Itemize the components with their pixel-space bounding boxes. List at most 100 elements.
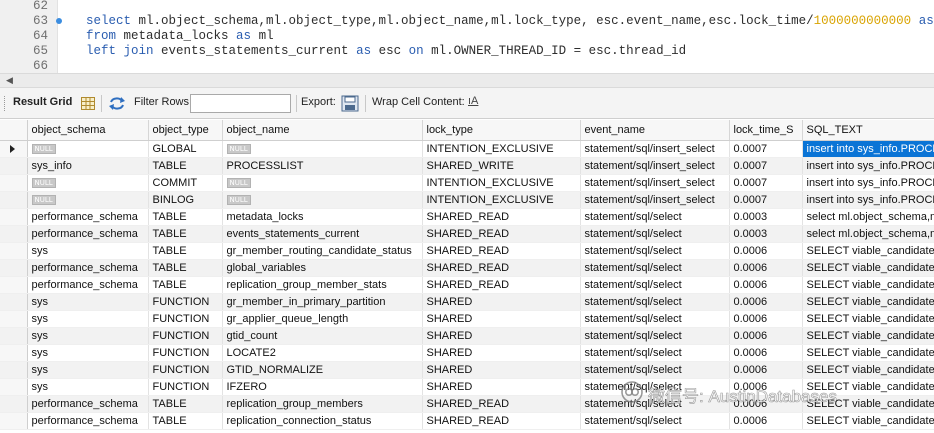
cell-object-name[interactable]: events_statements_current (222, 225, 423, 243)
cell-sql-text[interactable]: SELECT viable_candidate,read_only (802, 395, 934, 413)
table-row[interactable]: performance_schema TABLE replication_conne… (0, 412, 934, 430)
cell-lock-time-s[interactable]: 0.0003 (729, 225, 803, 243)
table-row[interactable]: performance_schema TABLE events_statements… (0, 225, 934, 243)
table-row[interactable]: NULL COMMIT NULL INTENTION_EXCLUSIVE stateme… (0, 174, 934, 192)
cell-object-schema[interactable]: sys (27, 361, 149, 379)
cell-object-name[interactable]: gr_member_in_primary_partition (222, 293, 423, 311)
cell-lock-time-s[interactable]: 0.0006 (729, 293, 803, 311)
cell-object-schema[interactable]: NULL (27, 140, 149, 158)
cell-object-name[interactable]: gr_applier_queue_length (222, 310, 423, 328)
cell-event-name[interactable]: statement/sql/select (580, 361, 730, 379)
cell-lock-type[interactable]: SHARED_READ (422, 412, 581, 430)
table-row[interactable]: sys FUNCTION IFZERO SHARED statement/sql/sel… (0, 378, 934, 396)
code-line[interactable]: 64 from metadata_locks as ml (0, 29, 934, 44)
cell-object-schema[interactable]: sys (27, 378, 149, 396)
cell-event-name[interactable]: statement/sql/insert_select (580, 140, 730, 158)
wrap-text-icon[interactable]: ıA (468, 95, 478, 107)
cell-sql-text[interactable]: SELECT viable_candidate,read_only (802, 259, 934, 277)
column-header-object-type[interactable]: object_type (148, 120, 223, 141)
table-row[interactable]: sys TABLE gr_member_routing_candidate_stat… (0, 242, 934, 260)
cell-lock-type[interactable]: SHARED (422, 378, 581, 396)
cell-object-name[interactable]: IFZERO (222, 378, 423, 396)
refresh-icon[interactable] (108, 96, 126, 114)
sql-editor[interactable]: 62 63 select ml.object_schema,ml.object_ty… (0, 0, 934, 73)
cell-lock-time-s[interactable]: 0.0006 (729, 276, 803, 294)
row-header[interactable] (0, 140, 28, 158)
cell-event-name[interactable]: statement/sql/insert_select (580, 157, 730, 175)
cell-event-name[interactable]: statement/sql/select (580, 242, 730, 260)
code-line[interactable]: 66 (0, 59, 934, 73)
row-header[interactable] (0, 157, 28, 175)
cell-lock-time-s[interactable]: 0.0006 (729, 412, 803, 430)
cell-object-schema[interactable]: NULL (27, 191, 149, 209)
cell-event-name[interactable]: statement/sql/select (580, 378, 730, 396)
cell-object-type[interactable]: FUNCTION (148, 293, 223, 311)
cell-object-name[interactable]: replication_connection_status (222, 412, 423, 430)
cell-lock-time-s[interactable]: 0.0006 (729, 242, 803, 260)
cell-lock-time-s[interactable]: 0.0006 (729, 344, 803, 362)
cell-object-type[interactable]: TABLE (148, 242, 223, 260)
cell-lock-time-s[interactable]: 0.0006 (729, 361, 803, 379)
cell-object-type[interactable]: FUNCTION (148, 378, 223, 396)
cell-lock-time-s[interactable]: 0.0003 (729, 208, 803, 226)
row-header[interactable] (0, 259, 28, 277)
result-grid-label[interactable]: Result Grid (13, 96, 72, 108)
cell-object-type[interactable]: TABLE (148, 259, 223, 277)
cell-object-schema[interactable]: performance_schema (27, 225, 149, 243)
cell-sql-text[interactable]: insert into sys_info.PROCESSLIST (802, 140, 934, 158)
cell-object-name[interactable]: PROCESSLIST (222, 157, 423, 175)
cell-object-schema[interactable]: performance_schema (27, 208, 149, 226)
column-header-object-schema[interactable]: object_schema (27, 120, 149, 141)
cell-event-name[interactable]: statement/sql/select (580, 412, 730, 430)
code-text[interactable]: select ml.object_schema,ml.object_type,m… (86, 14, 934, 29)
cell-sql-text[interactable]: insert into sys_info.PROCESSLIST (802, 157, 934, 175)
code-line[interactable]: 63 select ml.object_schema,ml.object_type… (0, 14, 934, 29)
result-grid[interactable]: object_schema object_type object_name lock_… (0, 120, 934, 433)
filter-rows-input[interactable] (190, 94, 291, 113)
cell-sql-text[interactable]: SELECT viable_candidate,read_only (802, 242, 934, 260)
cell-object-name[interactable]: NULL (222, 174, 423, 192)
cell-lock-type[interactable]: INTENTION_EXCLUSIVE (422, 174, 581, 192)
cell-object-schema[interactable]: performance_schema (27, 276, 149, 294)
column-header-object-name[interactable]: object_name (222, 120, 423, 141)
cell-lock-type[interactable]: SHARED_READ (422, 208, 581, 226)
cell-object-schema[interactable]: performance_schema (27, 395, 149, 413)
row-header[interactable] (0, 276, 28, 294)
cell-object-type[interactable]: FUNCTION (148, 327, 223, 345)
cell-lock-type[interactable]: SHARED_READ (422, 259, 581, 277)
cell-object-name[interactable]: gtid_count (222, 327, 423, 345)
cell-sql-text[interactable]: SELECT viable_candidate,read_only (802, 327, 934, 345)
cell-object-type[interactable]: FUNCTION (148, 361, 223, 379)
cell-lock-type[interactable]: SHARED_READ (422, 225, 581, 243)
cell-lock-type[interactable]: SHARED (422, 327, 581, 345)
table-row[interactable]: sys FUNCTION gr_member_in_primary_partitio… (0, 293, 934, 311)
row-header[interactable] (0, 378, 28, 396)
row-header[interactable] (0, 344, 28, 362)
cell-lock-time-s[interactable]: 0.0006 (729, 378, 803, 396)
table-row[interactable]: NULL GLOBAL NULL INTENTION_EXCLUSIVE stateme… (0, 140, 934, 158)
grid-view-icon[interactable] (81, 97, 95, 113)
cell-object-name[interactable]: NULL (222, 140, 423, 158)
cell-sql-text[interactable]: insert into sys_info.PROCESSLIST (802, 174, 934, 192)
cell-sql-text[interactable]: SELECT viable_candidate,read_only (802, 412, 934, 430)
cell-sql-text[interactable]: SELECT viable_candidate,read_only (802, 276, 934, 294)
cell-object-type[interactable]: TABLE (148, 225, 223, 243)
table-row[interactable]: performance_schema TABLE metadata_locks SHA… (0, 208, 934, 226)
row-header[interactable] (0, 208, 28, 226)
code-line[interactable]: 62 (0, 0, 934, 14)
cell-lock-time-s[interactable]: 0.0006 (729, 310, 803, 328)
cell-sql-text[interactable]: SELECT viable_candidate,read_only (802, 378, 934, 396)
cell-sql-text[interactable]: insert into sys_info.PROCESSLIST (802, 191, 934, 209)
cell-sql-text[interactable]: SELECT viable_candidate,read_only (802, 310, 934, 328)
cell-object-type[interactable]: TABLE (148, 395, 223, 413)
cell-lock-time-s[interactable]: 0.0007 (729, 140, 803, 158)
cell-lock-type[interactable]: SHARED (422, 361, 581, 379)
cell-object-type[interactable]: TABLE (148, 412, 223, 430)
cell-object-type[interactable]: TABLE (148, 276, 223, 294)
row-header[interactable] (0, 395, 28, 413)
cell-lock-type[interactable]: SHARED_READ (422, 242, 581, 260)
column-header-event-name[interactable]: event_name (580, 120, 730, 141)
cell-lock-type[interactable]: SHARED (422, 344, 581, 362)
scroll-left-arrow-icon[interactable]: ◀ (6, 75, 13, 86)
cell-lock-type[interactable]: SHARED_READ (422, 395, 581, 413)
